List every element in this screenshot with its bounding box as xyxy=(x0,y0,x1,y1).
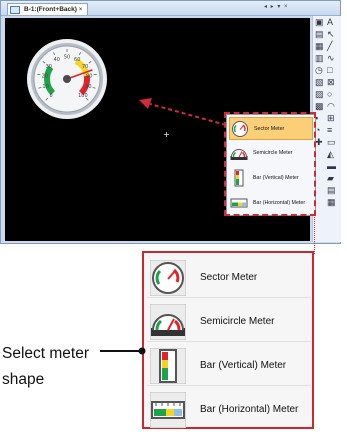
tab-label: B-1:(Front+Back) xyxy=(24,6,77,13)
highlight-frame xyxy=(224,112,316,216)
toolbar-button-3[interactable]: ▦ xyxy=(315,42,324,51)
gauge-tick-label: 80 xyxy=(86,73,92,79)
gauge-tick-label: 100 xyxy=(78,93,88,99)
menu-item-label: Bar (Horizontal) Meter xyxy=(200,404,299,415)
arc-icon[interactable]: ◠ xyxy=(327,102,336,111)
bar-horizontal-meter-icon xyxy=(150,392,186,428)
sector-meter-icon xyxy=(150,260,186,296)
toolbar-button-4[interactable]: ▥ xyxy=(315,54,324,63)
toolbar-button-8[interactable]: ▪ xyxy=(315,114,324,123)
toolbar-button-9[interactable]: ✚ xyxy=(315,138,324,147)
toolbar-button-6[interactable]: ▨ xyxy=(315,90,324,99)
menu-item-label: Bar (Vertical) Meter xyxy=(200,360,287,371)
rectangle-icon[interactable]: □ xyxy=(327,66,336,75)
menu-item-label: Sector Meter xyxy=(200,272,258,283)
screen-icon xyxy=(10,6,20,14)
toolbar-button-5[interactable]: ▧ xyxy=(315,78,324,87)
gauge-tick-label: 90 xyxy=(85,84,91,90)
line-icon[interactable]: ╱ xyxy=(327,42,336,51)
semicircle-meter-icon xyxy=(150,304,186,340)
drawing-toolbar: ▣ A ▤ ↖ ▦ ╱ ▥ ∿ ◷ □ ▧ ⊠ ▨ ○ ▩ ◠ ▪ ⊞ ◔ ≡ … xyxy=(312,16,341,242)
tab-screen-b1[interactable]: B-1:(Front+Back) × xyxy=(7,3,88,15)
menu-item-semicircle-meter[interactable]: Semicircle Meter xyxy=(147,301,311,342)
envelope-icon[interactable]: ⊠ xyxy=(327,78,336,87)
sector-meter-gauge[interactable]: 010 20 3040 50 6070 80 90 100 xyxy=(27,39,107,119)
editor-window: B-1:(Front+Back) × ◂ ▸ ▾ × 0 10 20 30 40 50 60… xyxy=(0,0,341,244)
circle-icon[interactable]: ○ xyxy=(327,90,336,99)
gauge-hub xyxy=(63,75,71,83)
menu-item-label: Semicircle Meter xyxy=(200,316,275,327)
toolbar-button-7[interactable]: ▩ xyxy=(315,102,324,111)
freehand-icon[interactable]: ∿ xyxy=(327,54,336,63)
toolbar-button-1[interactable]: ▣ xyxy=(315,18,324,27)
text-icon[interactable]: A xyxy=(327,18,336,27)
menu-item-bar-vertical-meter[interactable]: Bar (Vertical) Meter xyxy=(147,345,311,386)
callout-pointer xyxy=(100,347,146,355)
gauge-tick-label: 40 xyxy=(54,57,60,63)
gauge-tick-label: 0 xyxy=(49,93,52,99)
toolbar-button-2[interactable]: ▤ xyxy=(315,30,324,39)
gauge-tick-label: 70 xyxy=(82,64,88,70)
gauge-tick-label: 50 xyxy=(64,55,70,61)
picture-icon[interactable]: ▬ xyxy=(327,162,336,171)
table-icon[interactable]: ⊞ xyxy=(327,114,336,123)
tab-navigation-buttons[interactable]: ◂ ▸ ▾ × xyxy=(264,3,289,10)
meter-tool-icon[interactable]: ◔ xyxy=(315,126,324,135)
menu-item-sector-meter[interactable]: Sector Meter xyxy=(147,257,311,298)
paint-icon[interactable]: ◭ xyxy=(327,150,336,159)
gauge-tick-label: 10 xyxy=(42,84,48,90)
cursor-icon[interactable]: ↖ xyxy=(327,30,336,39)
cursor-crosshair: + xyxy=(163,130,170,139)
connector-line xyxy=(314,214,315,254)
callout-text: Select meter shape xyxy=(2,341,89,393)
tab-close-icon[interactable]: × xyxy=(79,6,83,13)
image-icon[interactable]: ▭ xyxy=(327,138,336,147)
gauge-tick-label: 60 xyxy=(74,57,80,63)
graph-icon[interactable]: ▰ xyxy=(327,174,336,183)
menu-item-bar-horizontal-meter[interactable]: Bar (Horizontal) Meter xyxy=(147,389,311,429)
clock-icon[interactable]: ◷ xyxy=(315,66,324,75)
pointer-arrow xyxy=(139,98,227,126)
tab-strip: B-1:(Front+Back) × ◂ ▸ ▾ × xyxy=(1,1,340,16)
toolbar-button-11[interactable]: ▦ xyxy=(327,198,336,207)
scale-icon[interactable]: ≡ xyxy=(327,126,336,135)
callout-line-2: shape xyxy=(2,371,45,388)
enlarged-meter-menu: Sector Meter Semicircle Meter Bar (Verti… xyxy=(142,251,314,429)
toolbar-button-10[interactable]: ▤ xyxy=(327,186,336,195)
gauge-tick-label: 30 xyxy=(46,64,52,70)
bar-vertical-meter-icon xyxy=(150,348,186,384)
gauge-tick-label: 20 xyxy=(42,73,48,79)
callout-line-1: Select meter xyxy=(2,345,90,362)
